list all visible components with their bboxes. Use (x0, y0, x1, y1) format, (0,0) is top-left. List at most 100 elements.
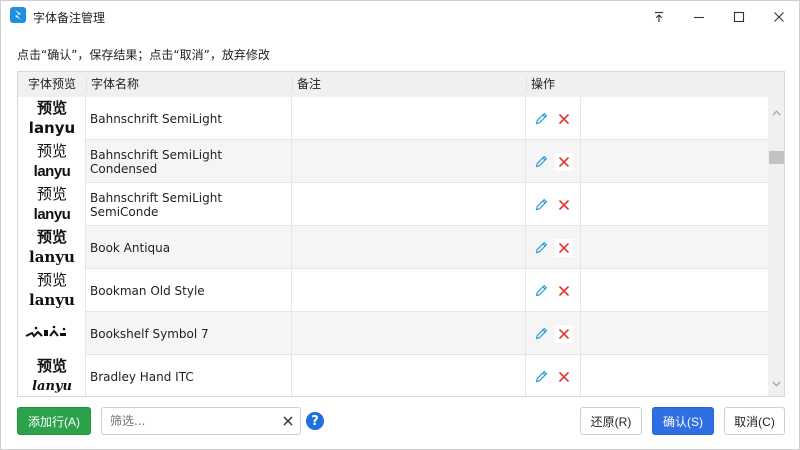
ops-cell (526, 312, 581, 355)
font-name-cell: Bookman Old Style (86, 269, 292, 312)
close-button[interactable] (759, 1, 799, 33)
note-cell[interactable] (292, 140, 526, 183)
cancel-button[interactable]: 取消(C) (724, 407, 785, 435)
preview-text-en: lanyu (29, 248, 75, 266)
ops-cell (526, 97, 581, 140)
preview-text-cn: 预览 (36, 357, 67, 375)
row-filler (581, 140, 768, 183)
close-icon (773, 11, 785, 23)
reset-button[interactable]: 还原(R) (580, 407, 642, 435)
edit-icon[interactable] (533, 240, 549, 256)
preview-text-cn: 预览 (36, 142, 67, 160)
font-table: 字体预览 字体名称 备注 操作 预览 lanyu Bahnschrift Sem… (17, 71, 785, 397)
edit-icon[interactable] (533, 369, 549, 385)
table-row[interactable]: 预览 lanyu Bahnschrift SemiLight Condensed (18, 140, 768, 183)
row-filler (581, 269, 768, 312)
confirm-button[interactable]: 确认(S) (652, 407, 714, 435)
table-row[interactable]: 预览 lanyu Bahnschrift SemiLight SemiConde (18, 183, 768, 226)
font-note-dialog: 字体备注管理 点击“确认”，保存结果；点击“取消”，放弃修改 字体预览 字体名称… (0, 0, 800, 450)
edit-icon[interactable] (533, 111, 549, 127)
table-row[interactable]: 预览 lanyu Bookman Old Style (18, 269, 768, 312)
add-row-button[interactable]: 添加行(A) (17, 407, 91, 435)
font-preview: 预览 lanyu (28, 185, 76, 224)
preview-text-cn: 预览 (36, 185, 67, 203)
table-row[interactable]: 预览 lanyu Book Antiqua (18, 226, 768, 269)
header-note: 备注 (297, 77, 322, 91)
delete-icon[interactable] (555, 109, 573, 128)
preview-text-cn: 预览 (36, 228, 67, 246)
clear-filter-icon[interactable] (282, 415, 294, 430)
note-cell[interactable] (292, 226, 526, 269)
row-filler (581, 226, 768, 269)
ops-cell (526, 140, 581, 183)
header-preview: 字体预览 (28, 77, 77, 91)
edit-icon[interactable] (533, 283, 549, 299)
delete-icon[interactable] (555, 281, 573, 300)
font-name-cell: Bahnschrift SemiLight Condensed (86, 140, 292, 183)
font-preview: 预览 lanyu (28, 357, 76, 396)
edit-icon[interactable] (533, 154, 549, 170)
pin-button[interactable] (639, 1, 679, 33)
minimize-button[interactable] (679, 1, 719, 33)
delete-icon[interactable] (555, 367, 573, 386)
preview-text-en: lanyu (33, 206, 71, 223)
delete-icon[interactable] (555, 195, 573, 214)
font-name-cell: Book Antiqua (86, 226, 292, 269)
note-cell[interactable] (292, 183, 526, 226)
scroll-up-icon[interactable] (772, 105, 781, 119)
table-row[interactable]: 预览 lanyu Bradley Hand ITC (18, 355, 768, 396)
scroll-down-icon[interactable] (772, 376, 781, 390)
font-preview: 预览 lanyu (28, 271, 76, 310)
font-preview-cell (18, 312, 86, 355)
vertical-scrollbar[interactable] (768, 97, 784, 396)
font-preview: 预览 lanyu (28, 228, 76, 267)
title-bar: 字体备注管理 (1, 1, 799, 33)
note-cell[interactable] (292, 355, 526, 396)
header-corner (768, 72, 784, 97)
delete-icon[interactable] (555, 324, 573, 343)
filter-input[interactable] (110, 412, 275, 430)
ops-cell (526, 226, 581, 269)
table-body: 预览 lanyu Bahnschrift SemiLight 预览 lanyu … (18, 97, 768, 396)
font-preview-cell: 预览 lanyu (18, 226, 86, 269)
font-name-cell: Bahnschrift SemiLight (86, 97, 292, 140)
minimize-icon (693, 11, 705, 23)
font-preview-cell: 预览 lanyu (18, 140, 86, 183)
maximize-icon (733, 11, 745, 23)
edit-icon[interactable] (533, 197, 549, 213)
preview-text-en: lanyu (28, 119, 76, 137)
font-name-cell: Bradley Hand ITC (86, 355, 292, 396)
table-row[interactable]: Bookshelf Symbol 7 (18, 312, 768, 355)
maximize-button[interactable] (719, 1, 759, 33)
pin-icon (653, 11, 665, 23)
note-cell[interactable] (292, 97, 526, 140)
row-filler (581, 312, 768, 355)
app-logo-icon (10, 7, 26, 23)
ops-cell (526, 269, 581, 312)
preview-text-cn: 预览 (36, 99, 67, 117)
instruction-text: 点击“确认”，保存结果；点击“取消”，放弃修改 (17, 48, 270, 62)
header-ops: 操作 (531, 77, 556, 91)
table-row[interactable]: 预览 lanyu Bahnschrift SemiLight (18, 97, 768, 140)
font-name-cell: Bookshelf Symbol 7 (86, 312, 292, 355)
table-header: 字体预览 字体名称 备注 操作 (18, 72, 768, 97)
scrollbar-thumb[interactable] (769, 151, 784, 164)
edit-icon[interactable] (533, 326, 549, 342)
font-preview: 预览 lanyu (28, 99, 76, 138)
row-filler (581, 97, 768, 140)
font-preview: 预览 lanyu (28, 142, 76, 181)
ops-cell (526, 355, 581, 396)
font-preview-cell: 预览 lanyu (18, 97, 86, 140)
row-filler (581, 355, 768, 396)
delete-icon[interactable] (555, 238, 573, 257)
preview-text-en: lanyu (29, 291, 75, 309)
note-cell[interactable] (292, 269, 526, 312)
row-filler (581, 183, 768, 226)
ops-cell (526, 183, 581, 226)
note-cell[interactable] (292, 312, 526, 355)
preview-text-cn: 预览 (36, 271, 67, 289)
window-title: 字体备注管理 (33, 11, 106, 25)
delete-icon[interactable] (555, 152, 573, 171)
font-preview-cell: 预览 lanyu (18, 269, 86, 312)
help-icon[interactable]: ? (306, 412, 324, 430)
